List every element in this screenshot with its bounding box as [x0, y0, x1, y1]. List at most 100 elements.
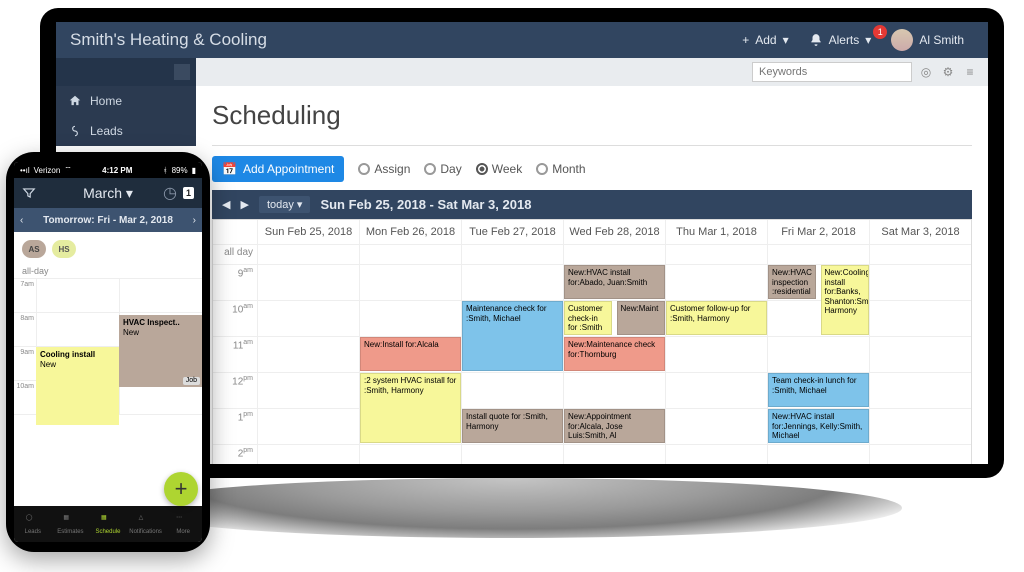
time-label: 10am	[14, 381, 36, 414]
filter-icon[interactable]	[22, 186, 36, 200]
sidebar-item-label: Home	[90, 94, 122, 108]
calendar-cell[interactable]	[869, 301, 971, 336]
calendar-event[interactable]: New:Maintenance check for:Thornburg	[564, 337, 665, 371]
calendar-cell[interactable]	[665, 409, 767, 444]
tab-more[interactable]: ⋯More	[164, 506, 202, 542]
target-icon[interactable]: ◎	[918, 64, 934, 80]
calendar-cell[interactable]	[869, 337, 971, 372]
clock-icon[interactable]: ◷	[163, 183, 177, 203]
chip-hs[interactable]: HS	[52, 240, 76, 258]
calendar-cell[interactable]	[461, 337, 563, 372]
calendar-cell[interactable]	[461, 373, 563, 408]
calendar-cell[interactable]: New:Install for:Alcala	[359, 337, 461, 372]
radio-icon	[536, 163, 548, 175]
calendar-event[interactable]: New:Maint	[617, 301, 665, 335]
user-menu[interactable]: Al Smith	[881, 25, 974, 55]
calendar-cell[interactable]	[563, 445, 665, 464]
view-month[interactable]: Month	[536, 162, 585, 176]
calendar-cell[interactable]: Maintenance check for :Smith, Michael	[461, 301, 563, 336]
calendar-cell[interactable]	[257, 409, 359, 444]
calendar-event[interactable]: New:Install for:Alcala	[360, 337, 461, 371]
calendar-cell[interactable]	[461, 265, 563, 300]
calendar-cell[interactable]	[767, 337, 869, 372]
calendar-cell[interactable]	[767, 301, 869, 336]
day-header: Sun Feb 25, 2018	[257, 220, 359, 244]
add-menu[interactable]: + Add ▾	[732, 29, 798, 51]
calendar-cell[interactable]: :2 system HVAC install for :Smith, Harmo…	[359, 373, 461, 408]
calendar-event[interactable]: New:HVAC inspection :residential	[768, 265, 816, 299]
sidebar-item-home[interactable]: Home	[56, 86, 196, 116]
calendar-cell[interactable]	[257, 445, 359, 464]
calendar-cell[interactable]: New:Maintenance check for:Thornburg	[563, 337, 665, 372]
tab-notifications[interactable]: △Notifications	[127, 506, 165, 542]
time-label: 10am	[213, 301, 257, 336]
sidebar-item-leads[interactable]: Leads	[56, 116, 196, 146]
calendar-cell[interactable]	[869, 373, 971, 408]
add-appointment-button[interactable]: 📅 Add Appointment	[212, 156, 344, 182]
calendar-cell[interactable]	[869, 245, 971, 264]
calendar-cell[interactable]	[665, 265, 767, 300]
calendar-cell[interactable]: Team check-in lunch for :Smith, Michael	[767, 373, 869, 408]
time-label: 9am	[14, 347, 36, 380]
search-input[interactable]	[752, 62, 912, 82]
today-button[interactable]: today ▾	[259, 196, 311, 213]
calendar-cell[interactable]	[359, 445, 461, 464]
calendar-cell[interactable]	[665, 373, 767, 408]
calendar-cell[interactable]	[257, 301, 359, 336]
view-assign[interactable]: Assign	[358, 162, 410, 176]
calendar-cell[interactable]	[665, 337, 767, 372]
calendar-cell[interactable]	[359, 265, 461, 300]
calendar-cell[interactable]	[257, 373, 359, 408]
calendar-cell[interactable]	[257, 265, 359, 300]
calendar-cell[interactable]	[257, 245, 359, 264]
calendar-cell[interactable]	[869, 265, 971, 300]
view-day[interactable]: Day	[424, 162, 461, 176]
calendar-event[interactable]: Customer check-in for :Smith	[564, 301, 612, 335]
calendar-cell[interactable]	[461, 245, 563, 264]
calendar-event[interactable]: Install quote for :Smith, Harmony	[462, 409, 563, 443]
calendar-cell[interactable]: New:HVAC install for:Abado, Juan:Smith	[563, 265, 665, 300]
tab-estimates[interactable]: ▦Estimates	[52, 506, 90, 542]
month-selector[interactable]: March ▾	[83, 185, 133, 202]
calendar-cell[interactable]: New:HVAC inspection :residentialNew:Cool…	[767, 265, 869, 300]
calendar-event[interactable]: Customer follow-up for :Smith, Harmony	[666, 301, 767, 335]
calendar-cell[interactable]	[869, 409, 971, 444]
calendar-cell[interactable]: New:HVAC install for:Jennings, Kelly:Smi…	[767, 409, 869, 444]
calendar-cell[interactable]	[461, 445, 563, 464]
calendar-cell[interactable]	[359, 245, 461, 264]
next-day[interactable]: ›	[193, 215, 196, 226]
calendar-cell[interactable]	[563, 373, 665, 408]
fab-add[interactable]: +	[164, 472, 198, 506]
prev-arrow[interactable]: ◀	[222, 198, 230, 211]
calendar-cell[interactable]	[257, 337, 359, 372]
calendar-day-icon[interactable]: 1	[183, 187, 194, 199]
calendar-cell[interactable]: Install quote for :Smith, Harmony	[461, 409, 563, 444]
calendar-event[interactable]: New:Appointment for:Alcala, Jose Luis:Sm…	[564, 409, 665, 443]
calendar-event[interactable]: Team check-in lunch for :Smith, Michael	[768, 373, 869, 407]
phone-event[interactable]: HVAC Inspect..NewJob	[119, 315, 202, 387]
calendar-event[interactable]: New:HVAC install for:Abado, Juan:Smith	[564, 265, 665, 299]
calendar-event[interactable]: New:HVAC install for:Jennings, Kelly:Smi…	[768, 409, 869, 443]
phone-event[interactable]: Cooling installNew	[36, 347, 119, 425]
alerts-menu[interactable]: Alerts ▾	[799, 29, 882, 51]
chip-as[interactable]: AS	[22, 240, 46, 258]
calendar-cell[interactable]	[359, 301, 461, 336]
tab-schedule[interactable]: ▦Schedule	[89, 506, 127, 542]
calendar-cell[interactable]	[767, 445, 869, 464]
calendar-cell[interactable]	[563, 245, 665, 264]
view-week[interactable]: Week	[476, 162, 522, 176]
calendar-cell[interactable]	[869, 445, 971, 464]
next-arrow[interactable]: ▶	[240, 198, 248, 211]
settings-icon[interactable]: ⚙	[940, 64, 956, 80]
calendar-cell[interactable]	[767, 245, 869, 264]
tab-leads[interactable]: ◯Leads	[14, 506, 52, 542]
calendar-cell[interactable]: Customer follow-up for :Smith, Harmony	[665, 301, 767, 336]
calendar-cell[interactable]	[359, 409, 461, 444]
calendar-cell[interactable]	[665, 245, 767, 264]
calendar-cell[interactable]	[665, 445, 767, 464]
calendar-cell[interactable]: Customer check-in for :SmithNew:Maint	[563, 301, 665, 336]
calendar-cell[interactable]: New:Appointment for:Alcala, Jose Luis:Sm…	[563, 409, 665, 444]
list-icon[interactable]: ≡	[962, 64, 978, 80]
sidebar-toggle[interactable]	[56, 58, 196, 86]
prev-day[interactable]: ‹	[20, 215, 23, 226]
